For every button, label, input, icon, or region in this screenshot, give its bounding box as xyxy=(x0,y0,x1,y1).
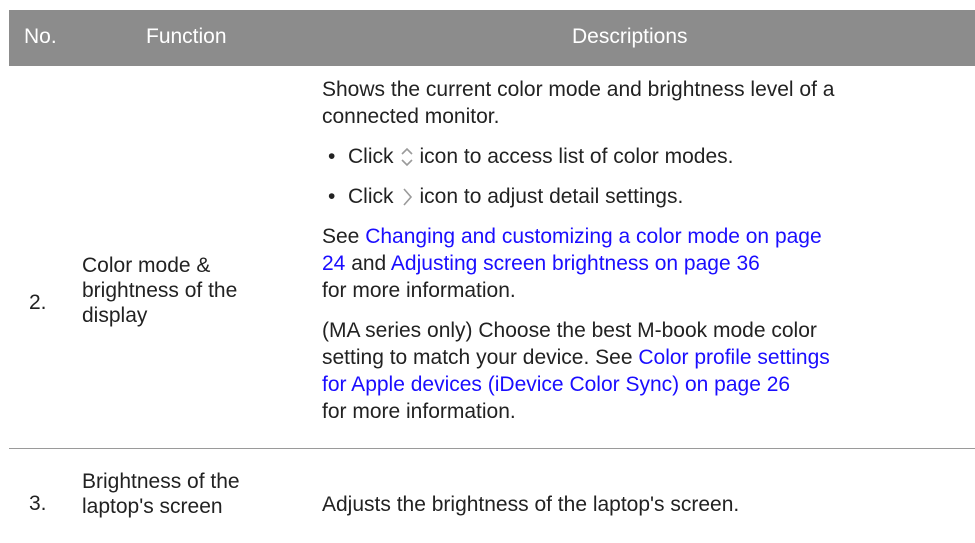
bullet-text-after: icon to adjust detail settings. xyxy=(419,185,684,208)
row-function: Color mode & brightness of the display xyxy=(82,253,297,328)
header-function: Function xyxy=(146,25,227,48)
row-number: 2. xyxy=(29,291,47,314)
intro-line: connected monitor. xyxy=(322,105,500,128)
header-no: No. xyxy=(24,25,57,48)
see-line: See Changing and customizing a color mod… xyxy=(322,223,975,250)
see-line: 24 and Adjusting screen brightness on pa… xyxy=(322,250,975,277)
ma-line: for Apple devices (iDevice Color Sync) o… xyxy=(322,371,975,398)
color-mode-link-page[interactable]: 24 xyxy=(322,252,345,275)
ma-line: (MA series only) Choose the best M-book … xyxy=(322,319,817,342)
table-row: 3. Brightness of the laptop's screen Adj… xyxy=(9,448,975,541)
function-line: display xyxy=(82,304,148,327)
function-table: No. Function Descriptions 2. Color mode … xyxy=(9,10,975,541)
color-mode-link[interactable]: Changing and customizing a color mode on… xyxy=(365,225,821,248)
color-profile-link-cont[interactable]: for Apple devices (iDevice Color Sync) o… xyxy=(322,373,790,396)
see-lead: See xyxy=(322,225,366,248)
bullet-text-after: icon to access list of color modes. xyxy=(419,145,734,168)
function-line: laptop's screen xyxy=(82,495,223,518)
ma-tail: for more information. xyxy=(322,400,516,423)
table-row: 2. Color mode & brightness of the displa… xyxy=(9,66,975,448)
up-down-chevron-icon xyxy=(400,145,414,169)
bullet-text: Click icon to access list of color modes. xyxy=(348,143,733,170)
brightness-link[interactable]: Adjusting screen brightness on page 36 xyxy=(391,252,760,275)
function-line: Color mode & xyxy=(82,254,211,277)
color-profile-link[interactable]: Color profile settings xyxy=(638,346,829,369)
chevron-right-icon xyxy=(400,185,414,209)
table-header: No. Function Descriptions xyxy=(9,10,975,66)
bullet-text-before: Click xyxy=(348,145,394,168)
row-number: 3. xyxy=(29,492,47,515)
bullet-dot: • xyxy=(328,185,336,208)
function-line: Brightness of the xyxy=(82,470,240,493)
bullet-dot: • xyxy=(328,145,336,168)
bullet-text: Click icon to adjust detail settings. xyxy=(348,183,683,210)
row-function: Brightness of the laptop's screen xyxy=(82,469,297,519)
row-description: Adjusts the brightness of the laptop's s… xyxy=(322,493,740,516)
see-tail: for more information. xyxy=(322,279,516,302)
intro-line: Shows the current color mode and brightn… xyxy=(322,78,835,101)
bullet-text-before: Click xyxy=(348,185,394,208)
function-line: brightness of the xyxy=(82,279,238,302)
ma-line: setting to match your device. See Color … xyxy=(322,344,975,371)
see-mid: and xyxy=(345,252,391,275)
ma-text: setting to match your device. See xyxy=(322,346,639,369)
header-descriptions: Descriptions xyxy=(572,25,688,48)
